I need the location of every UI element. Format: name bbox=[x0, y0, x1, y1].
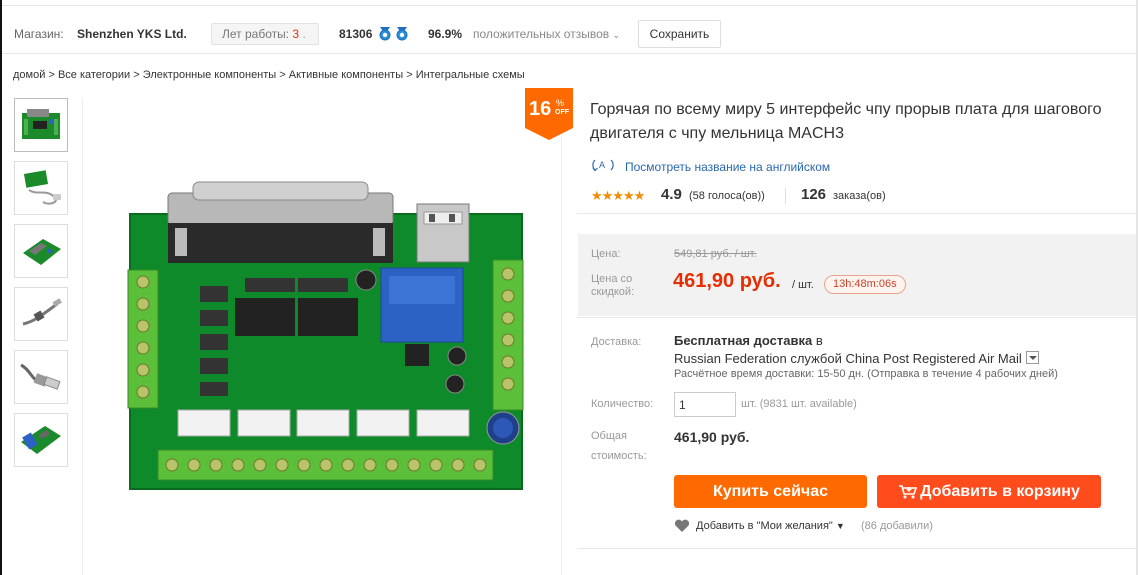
orders-count: 126 bbox=[801, 186, 827, 203]
window-edge-left bbox=[0, 0, 2, 575]
add-to-cart-button[interactable]: Добавить в корзину bbox=[877, 475, 1101, 508]
sale-countdown-timer: 13h:48m:06s bbox=[824, 275, 906, 294]
breadcrumb-separator: > bbox=[279, 69, 286, 81]
board-cable-thumbnail-image bbox=[23, 170, 61, 205]
buy-now-button[interactable]: Купить сейчас bbox=[674, 475, 867, 508]
divider bbox=[577, 548, 1136, 549]
svg-text:A: A bbox=[599, 160, 605, 170]
positive-feedback-label: положительных отзывов bbox=[473, 27, 610, 41]
heart-icon[interactable] bbox=[674, 519, 690, 533]
discount-value: 16 bbox=[529, 98, 552, 120]
add-to-cart-label: Добавить в корзину bbox=[920, 482, 1080, 500]
discount-percent-sign: % bbox=[556, 98, 565, 108]
delivery-to-text: в bbox=[812, 333, 823, 348]
chevron-down-icon: ▼ bbox=[835, 521, 845, 531]
orders-label: заказа(ов) bbox=[833, 190, 886, 202]
discount-price-label: Цена со скидкой: bbox=[591, 273, 635, 298]
board-thumbnail-image bbox=[22, 109, 60, 139]
breadcrumb-separator: > bbox=[48, 69, 55, 81]
usb-plug-thumbnail-image bbox=[20, 363, 61, 390]
wishlist-label: Добавить в "Мои желания" bbox=[696, 520, 833, 532]
chevron-down-icon: ⌄ bbox=[612, 30, 621, 40]
store-years-dot: . bbox=[302, 27, 306, 41]
top-strip bbox=[0, 0, 1138, 6]
delivery-time-estimate: Расчётное время доставки: 15-50 дн. (Отп… bbox=[674, 368, 1058, 380]
store-years-label: Лет работы: bbox=[222, 27, 290, 41]
dropdown-arrow-icon[interactable] bbox=[1025, 351, 1039, 364]
quantity-available: шт. (9831 шт. available) bbox=[741, 398, 857, 410]
thumbnail-usb-plug[interactable] bbox=[14, 350, 68, 404]
cnc-breakout-board-image bbox=[127, 181, 524, 490]
thumbnail-board-angle[interactable] bbox=[14, 224, 68, 278]
old-price: 549,81 руб. / шт. bbox=[674, 248, 757, 260]
breadcrumb-all-categories[interactable]: Все категории bbox=[58, 69, 130, 81]
rating-value: 4.9 bbox=[661, 186, 682, 203]
breadcrumb-active-components[interactable]: Активные компоненты bbox=[289, 69, 403, 81]
view-english-title-link[interactable]: Посмотреть название на английском bbox=[625, 160, 830, 174]
delivery-method-text: Russian Federation службой China Post Re… bbox=[674, 351, 1022, 366]
divider bbox=[577, 213, 1136, 214]
thumbnail-board-cable[interactable] bbox=[14, 161, 68, 215]
price-panel: Цена: 549,81 руб. / шт. Цена со скидкой:… bbox=[578, 234, 1136, 316]
positive-feedback-pct: 96.9% bbox=[428, 27, 463, 41]
delivery-label: Доставка: bbox=[591, 336, 642, 348]
price-unit: / шт. bbox=[792, 279, 814, 291]
board-angle-thumbnail-image bbox=[23, 239, 61, 265]
feedback-score[interactable]: 81306 bbox=[339, 27, 372, 41]
delivery-title: Бесплатная доставка в bbox=[674, 333, 823, 348]
rating-row: ★★★★★ 4.9 (58 голоса(ов)) 126 заказа(ов) bbox=[591, 186, 1131, 206]
breadcrumb-integrated-circuits[interactable]: Интегральные схемы bbox=[416, 69, 525, 81]
thumbnail-board[interactable] bbox=[14, 98, 68, 152]
free-delivery-text: Бесплатная доставка bbox=[674, 333, 813, 348]
quantity-input[interactable] bbox=[674, 392, 736, 417]
discount-price: 461,90 руб. bbox=[673, 270, 781, 292]
breadcrumb-separator: > bbox=[406, 69, 413, 81]
usb-cable-thumbnail-image bbox=[22, 298, 62, 326]
breadcrumb: домой > Все категории > Электронные комп… bbox=[13, 69, 525, 81]
thumbnail-board-connectors[interactable] bbox=[14, 413, 68, 467]
store-name-link[interactable]: Shenzhen YKS Ltd. bbox=[77, 27, 187, 41]
discount-badge: 16 % OFF bbox=[525, 88, 573, 140]
positive-feedback-dropdown[interactable]: положительных отзывов ⌄ bbox=[473, 27, 620, 41]
translate-icon[interactable]: A bbox=[591, 157, 615, 173]
product-title-line-1: Горячая по всему миру 5 интерфейс чпу пр… bbox=[590, 101, 1102, 118]
divider bbox=[577, 317, 1136, 318]
store-years-value: 3 bbox=[292, 27, 300, 41]
breadcrumb-home[interactable]: домой bbox=[13, 69, 45, 81]
breadcrumb-electronic-components[interactable]: Электронные компоненты bbox=[143, 69, 276, 81]
add-to-wishlist-link[interactable]: Добавить в "Мои желания" ▼ bbox=[696, 520, 845, 532]
breadcrumb-separator: > bbox=[133, 69, 140, 81]
rating-divider bbox=[785, 188, 786, 204]
store-bar: Магазин: Shenzhen YKS Ltd. Лет работы: 3… bbox=[2, 14, 1136, 54]
total-label-line-1: Общая bbox=[591, 430, 627, 442]
product-title-line-2: двигателя с чпу мельница MACH3 bbox=[590, 125, 844, 142]
total-price: 461,90 руб. bbox=[674, 429, 750, 445]
store-years-badge: Лет работы: 3 . bbox=[211, 23, 319, 45]
total-label-line-2: стоимость: bbox=[591, 450, 647, 462]
store-label: Магазин: bbox=[14, 27, 64, 41]
main-product-image[interactable] bbox=[82, 98, 562, 575]
cart-icon bbox=[899, 484, 918, 498]
wishlist-count: (86 добавили) bbox=[861, 520, 933, 532]
rating-stars-icon[interactable]: ★★★★★ bbox=[591, 188, 645, 204]
save-store-button[interactable]: Сохранить bbox=[638, 20, 721, 48]
price-label: Цена: bbox=[591, 248, 621, 260]
quantity-label: Количество: bbox=[591, 398, 654, 410]
delivery-method-select[interactable]: Russian Federation службой China Post Re… bbox=[674, 351, 1039, 366]
discount-off-label: OFF bbox=[555, 109, 569, 116]
thumbnail-usb-cable[interactable] bbox=[14, 287, 68, 341]
rating-votes[interactable]: (58 голоса(ов)) bbox=[689, 190, 765, 202]
seller-medal-icon bbox=[379, 27, 408, 41]
product-title: Горячая по всему миру 5 интерфейс чпу пр… bbox=[590, 98, 1136, 146]
board-connectors-thumbnail-image bbox=[21, 426, 61, 454]
